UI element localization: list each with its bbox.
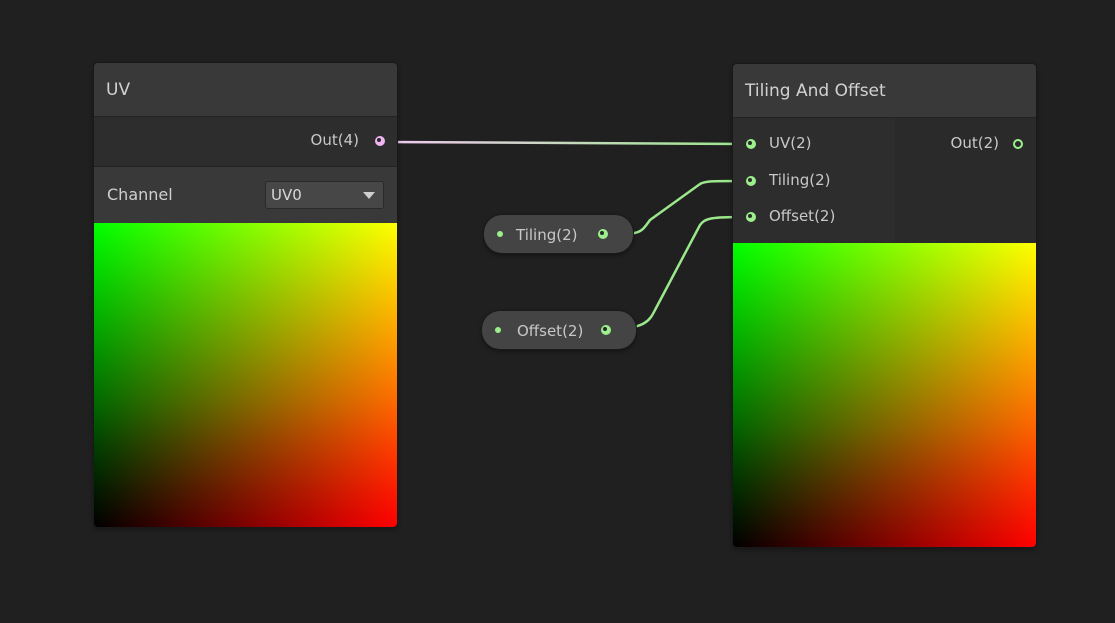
uv-preview	[94, 223, 397, 527]
offset-property-node[interactable]: Offset(2)	[482, 311, 636, 349]
offset-property-label: Offset(2)	[517, 322, 584, 340]
tiling-offset-outputs: Out(2)	[895, 118, 1036, 243]
channel-dropdown[interactable]: UV0	[265, 181, 384, 209]
edge-uv-out-to-uv-in[interactable]	[385, 140, 745, 146]
offset-in-port[interactable]	[746, 212, 756, 222]
tiling-out-port[interactable]	[1013, 139, 1023, 149]
tiling-property-node[interactable]: Tiling(2)	[484, 215, 633, 253]
tiling-property-out-port[interactable]	[598, 229, 608, 239]
uv-node-title: UV	[94, 63, 397, 117]
offset-property-dot	[495, 327, 501, 333]
uv-node-output-row: Out(4)	[94, 117, 397, 167]
tiling-offset-preview	[733, 243, 1036, 547]
channel-dropdown-value: UV0	[271, 186, 302, 204]
tiling-in-port[interactable]	[746, 176, 756, 186]
uv-out-label: Out(4)	[310, 131, 359, 149]
chevron-down-icon	[363, 192, 375, 199]
uv-in-label: UV(2)	[769, 134, 812, 152]
offset-property-out-port[interactable]	[601, 325, 611, 335]
uv-in-port[interactable]	[746, 139, 756, 149]
uv-out-port[interactable]	[375, 136, 385, 146]
tiling-property-dot	[497, 231, 503, 237]
tiling-in-label: Tiling(2)	[769, 171, 831, 189]
tiling-property-label: Tiling(2)	[516, 226, 578, 244]
tiling-offset-title: Tiling And Offset	[733, 64, 1036, 118]
uv-node[interactable]: UV Out(4) Channel UV0	[94, 63, 397, 527]
tiling-out-label: Out(2)	[950, 134, 999, 152]
uv-channel-row: Channel UV0	[94, 167, 397, 223]
tiling-offset-node[interactable]: Tiling And Offset UV(2) Tiling(2) Offset…	[733, 64, 1036, 547]
tiling-offset-inputs: UV(2) Tiling(2) Offset(2)	[733, 118, 895, 243]
offset-in-label: Offset(2)	[769, 207, 836, 225]
channel-label: Channel	[107, 185, 173, 204]
